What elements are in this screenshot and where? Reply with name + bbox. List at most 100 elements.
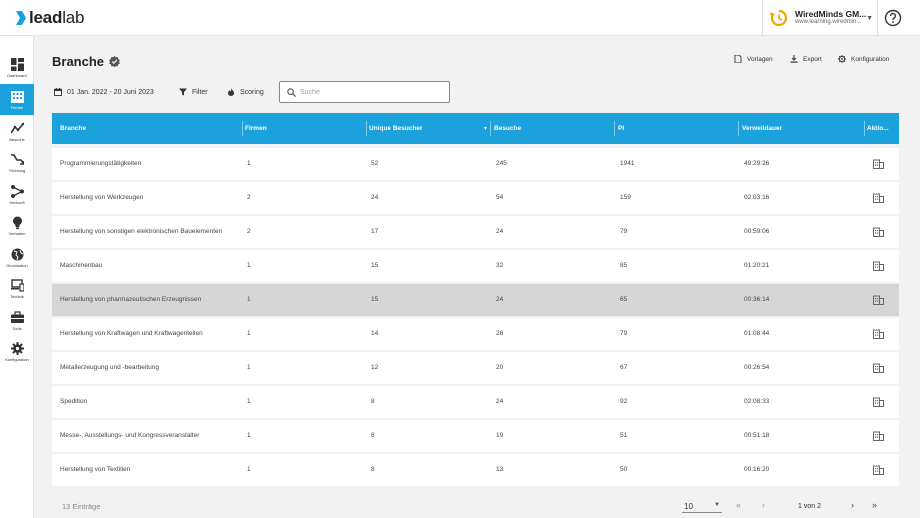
cell-pi: 79 [620, 228, 628, 235]
cell-verweildauer: 00:26:54 [744, 364, 770, 371]
cell-besuche: 13 [496, 466, 504, 473]
sidebar-item-herkunft[interactable]: Herkunft [0, 179, 34, 210]
column-header-branche[interactable]: Branche [60, 113, 86, 144]
verified-badge-icon [109, 56, 120, 67]
table-row[interactable]: Maschinenbau 1 15 32 85 01:20:21 [52, 250, 899, 282]
gear-icon [10, 341, 24, 355]
vorlagen-button[interactable]: Vorlagen [734, 55, 773, 63]
column-header-unique-besucher[interactable]: Unique Besucher [369, 113, 422, 144]
previous-page-button[interactable]: ‹ [762, 500, 765, 510]
filter-button[interactable]: Filter [179, 88, 208, 96]
sidebar-item-konfiguration[interactable]: Konfiguration [0, 336, 34, 367]
cell-firmen: 1 [247, 296, 251, 303]
cell-pi: 50 [620, 466, 628, 473]
column-header-verweildauer[interactable]: Verweildauer [742, 113, 782, 144]
column-header-aktionen[interactable]: Aktio... [867, 113, 889, 144]
cell-branche: Programmierungstätigkeiten [60, 160, 142, 167]
column-divider [242, 121, 243, 136]
sidebar-item-label: Tools [12, 325, 22, 331]
first-page-button[interactable]: « [736, 500, 741, 510]
column-header-pi[interactable]: PI [618, 113, 624, 144]
cell-pi: 51 [620, 432, 628, 439]
company-details-icon[interactable] [873, 431, 884, 441]
document-icon [734, 55, 742, 63]
cell-verweildauer: 01:20:21 [744, 262, 770, 269]
column-header-besuche[interactable]: Besuche [494, 113, 521, 144]
search-input[interactable] [300, 88, 440, 96]
table-row[interactable]: Messe-, Ausstellungs- und Kongressverans… [52, 420, 899, 452]
account-switcher[interactable]: WiredMinds GM... www.learning.wiredmin..… [762, 0, 878, 36]
sidebar-item-tools[interactable]: Tools [0, 305, 34, 336]
cell-branche: Herstellung von Werkzeugen [60, 194, 144, 201]
column-divider [490, 121, 491, 136]
sidebar-item-geolokation[interactable]: Geolokation [0, 242, 34, 273]
toolbox-icon [10, 310, 24, 323]
column-header-firmen[interactable]: Firmen [245, 113, 267, 144]
table-row[interactable]: Programmierungstätigkeiten 1 52 245 1941 49:2… [52, 148, 899, 180]
column-divider [614, 121, 615, 136]
download-icon [790, 55, 798, 63]
account-url: www.learning.wiredmin... [795, 19, 862, 26]
page-size-select[interactable]: 10 ▼ [682, 499, 722, 513]
sidebar-item-firmen[interactable]: Firmen [0, 84, 34, 115]
sort-descending-icon[interactable]: ▼ [483, 126, 488, 132]
cell-pi: 79 [620, 330, 628, 337]
sidebar-item-dashboard[interactable]: Dashboard [0, 52, 34, 83]
gear-icon [838, 55, 846, 63]
page-size-value: 10 [684, 502, 693, 511]
company-details-icon[interactable] [873, 295, 884, 305]
company-details-icon[interactable] [873, 159, 884, 169]
search-box[interactable] [279, 81, 450, 103]
company-details-icon[interactable] [873, 397, 884, 407]
sidebar-item-label: Technik [10, 293, 24, 299]
column-divider [738, 121, 739, 136]
sidebar-item-technik[interactable]: Technik [0, 273, 34, 304]
flame-icon [228, 88, 234, 96]
company-details-icon[interactable] [873, 465, 884, 475]
chevron-down-icon: ▼ [866, 15, 873, 22]
sidebar-item-besuche[interactable]: Besuche [0, 116, 34, 147]
help-icon[interactable] [884, 9, 902, 27]
table-row[interactable]: Herstellung von pharmazeutischen Erzeugn… [52, 284, 899, 316]
cell-branche: Herstellung von sonstigen elektronischen… [60, 228, 223, 235]
cell-branche: Messe-, Ausstellungs- und Kongressverans… [60, 432, 200, 439]
industry-table: Branche Firmen Unique Besucher ▼ Besuche… [52, 113, 899, 488]
company-details-icon[interactable] [873, 363, 884, 373]
cell-unique-besucher: 8 [371, 466, 375, 473]
cell-besuche: 19 [496, 432, 504, 439]
company-details-icon[interactable] [873, 227, 884, 237]
table-row[interactable]: Herstellung von sonstigen elektronischen… [52, 216, 899, 248]
sidebar-item-trichtung[interactable]: Trichtung [0, 147, 34, 178]
company-details-icon[interactable] [873, 261, 884, 271]
cell-besuche: 54 [496, 194, 504, 201]
page-title-text: Branche [52, 54, 105, 69]
last-page-button[interactable]: » [872, 500, 877, 510]
sidebar-item-label: Geolokation [6, 262, 28, 268]
date-range-picker[interactable]: 01 Jan. 2022 - 20 Juni 2023 [54, 88, 154, 96]
next-page-button[interactable]: › [851, 500, 854, 510]
konfiguration-button[interactable]: Konfiguration [838, 55, 889, 63]
app-logo[interactable]: lead lab [16, 8, 85, 28]
export-button[interactable]: Export [790, 55, 822, 63]
sidebar-item-label: Firmen [10, 104, 24, 110]
table-row[interactable]: Herstellung von Textilien 1 8 13 50 00:16:20 [52, 454, 899, 486]
dashboard-icon [10, 57, 24, 71]
cell-besuche: 24 [496, 398, 504, 405]
cell-pi: 85 [620, 262, 628, 269]
cell-branche: Herstellung von Kraftwagen und Kraftwage… [60, 330, 203, 337]
table-row[interactable]: Herstellung von Werkzeugen 2 24 54 159 02:03:… [52, 182, 899, 214]
table-row[interactable]: Herstellung von Kraftwagen und Kraftwage… [52, 318, 899, 350]
sidebar-item-label: Konfiguration [5, 356, 29, 362]
sidebar-item-verhalten[interactable]: Verhalten [0, 210, 34, 241]
table-row[interactable]: Metallerzeugung und -bearbeitung 1 12 20 67 0… [52, 352, 899, 384]
scoring-button[interactable]: Scoring [227, 88, 264, 96]
building-icon [10, 90, 24, 103]
cell-unique-besucher: 24 [371, 194, 379, 201]
cell-firmen: 1 [247, 160, 251, 167]
sidebar-item-label: Trichtung [8, 167, 26, 173]
company-details-icon[interactable] [873, 193, 884, 203]
table-row[interactable]: Spedition 1 8 24 92 02:08:33 [52, 386, 899, 418]
company-details-icon[interactable] [873, 329, 884, 339]
page-title: Branche [52, 54, 120, 69]
cell-unique-besucher: 52 [371, 160, 379, 167]
